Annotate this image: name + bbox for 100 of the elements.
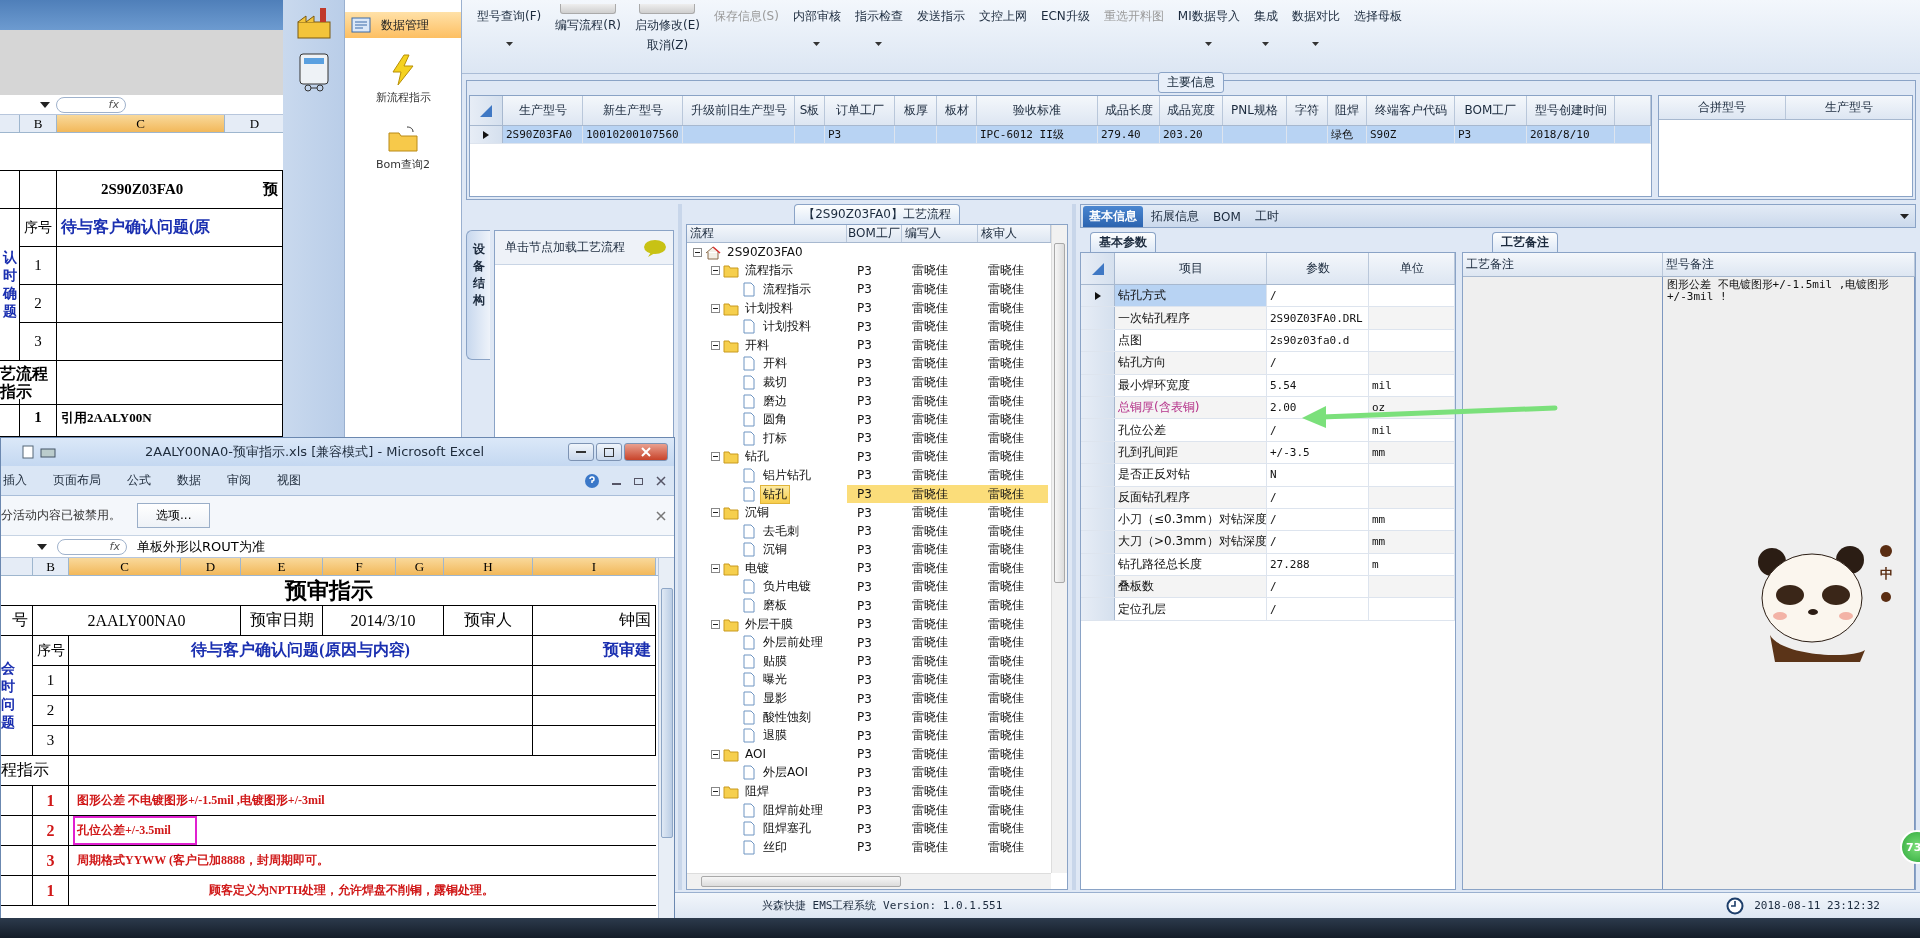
column-header[interactable]: H xyxy=(444,558,533,575)
column-header[interactable]: 板材 xyxy=(937,96,977,125)
nav-item[interactable]: 数据管理 xyxy=(345,12,461,38)
tree-item[interactable]: 曝光 xyxy=(760,670,790,690)
toolbar-button[interactable]: 内部审核 xyxy=(787,6,846,48)
column-header[interactable]: 终端客户代码 xyxy=(1367,96,1455,125)
tree-item[interactable]: 钻孔 xyxy=(742,447,772,467)
tree-item[interactable]: 打标 xyxy=(760,428,790,448)
collapse-icon[interactable] xyxy=(711,303,720,313)
table-row[interactable]: 钻孔方式 / xyxy=(1081,285,1455,308)
column-header[interactable]: G xyxy=(396,558,444,575)
column-header[interactable]: 成品长度 xyxy=(1098,96,1160,125)
close-icon[interactable] xyxy=(656,510,666,521)
column-header[interactable]: D xyxy=(181,558,241,575)
tab[interactable]: 拓展信息 xyxy=(1145,206,1205,227)
toolbar-button[interactable]: ECN升级 xyxy=(1035,6,1095,27)
tree-item[interactable]: 沉铜 xyxy=(742,503,772,523)
collapse-icon[interactable] xyxy=(711,340,720,350)
help-icon[interactable] xyxy=(584,472,600,489)
collapse-icon[interactable] xyxy=(711,749,720,759)
column-header[interactable]: 成品宽度 xyxy=(1160,96,1223,125)
collapse-icon[interactable] xyxy=(711,787,720,796)
tree-item[interactable]: 计划投料 xyxy=(760,317,814,337)
column-header[interactable]: 生产型号 xyxy=(503,96,583,125)
collapse-icon[interactable] xyxy=(693,247,702,257)
column-header[interactable]: 工艺备注 xyxy=(1463,253,1663,276)
toolbar-button[interactable]: 发送指示 xyxy=(911,6,970,27)
column-header[interactable]: PNL规格 xyxy=(1223,96,1287,125)
toolbar-button[interactable]: 选择母板 xyxy=(1348,6,1407,27)
tree-item[interactable]: 负片电镀 xyxy=(760,577,814,597)
toolbar-button[interactable]: 文控上网 xyxy=(973,6,1032,27)
tree-item[interactable]: 外层前处理 xyxy=(760,633,826,653)
toolbar-button[interactable]: 指示检查 xyxy=(849,6,908,48)
column-header[interactable]: 流程 xyxy=(687,225,847,242)
dropdown-arrow-icon[interactable] xyxy=(40,101,50,108)
table-row[interactable]: 最小焊环宽度 5.54 mil xyxy=(1081,374,1455,397)
tree-item[interactable]: 退膜 xyxy=(760,726,790,746)
toolbar-button[interactable]: MI数据导入 xyxy=(1172,6,1245,48)
column-header[interactable]: C xyxy=(69,558,181,575)
column-header[interactable]: BOM工厂 xyxy=(1455,96,1527,125)
table-row[interactable]: 定位孔层 / xyxy=(1081,598,1455,621)
ribbon-tab[interactable]: 插入 xyxy=(3,472,41,489)
ribbon-tab[interactable]: 数据 xyxy=(177,472,215,489)
toolbar-button[interactable]: 集成 xyxy=(1248,6,1283,48)
table-row[interactable]: 叠板数 / xyxy=(1081,576,1455,599)
tree-item[interactable]: 电镀 xyxy=(742,558,772,578)
ribbon-tab[interactable]: 视图 xyxy=(277,472,315,489)
column-header[interactable]: 单位 xyxy=(1369,253,1455,284)
tree-item[interactable]: 裁切 xyxy=(760,372,790,392)
tree-item[interactable]: 开料 xyxy=(742,335,772,355)
tree-item[interactable]: AOI xyxy=(742,746,769,763)
restore-icon[interactable] xyxy=(634,475,644,486)
column-header[interactable]: C xyxy=(57,115,225,132)
table-row[interactable]: 孔位公差 / mil xyxy=(1081,419,1455,442)
tab[interactable]: 工时 xyxy=(1248,206,1285,227)
tree-item[interactable]: 酸性蚀刻 xyxy=(760,707,814,727)
table-row[interactable]: 2S90Z03FA0 10010200107560 P3 IPC-6012 II级 279.40 203.20 绿色 S90Z P3 2018/8/10 xyxy=(470,126,1651,144)
dropdown-arrow-icon[interactable] xyxy=(1900,214,1909,219)
tree-item[interactable]: 铝片钻孔 xyxy=(760,465,814,485)
column-header[interactable]: 合拼型号 xyxy=(1659,96,1786,119)
side-tab[interactable]: 设备结构 xyxy=(466,230,490,360)
table-row[interactable]: 孔到孔间距 +/-3.5 mm xyxy=(1081,441,1455,465)
tree-item[interactable]: 流程指示 xyxy=(742,261,796,281)
tree-item[interactable]: 磨板 xyxy=(760,596,790,616)
options-button[interactable]: 选项... xyxy=(137,503,211,528)
table-row[interactable]: 点图 2s90z03fa0.d xyxy=(1081,329,1455,353)
tree-item[interactable]: 流程指示 xyxy=(760,280,814,299)
column-header[interactable]: 升级前旧生产型号 xyxy=(683,96,795,125)
tree-item[interactable]: 开料 xyxy=(760,354,790,374)
tree-item[interactable]: 磨边 xyxy=(760,391,790,411)
panel-tab[interactable]: 【2S90Z03FA0】工艺流程 xyxy=(794,204,960,224)
tree-item[interactable]: 阻焊前处理 xyxy=(760,800,826,820)
column-header[interactable]: 型号创建时间 xyxy=(1527,96,1615,125)
ribbon-tab[interactable]: 公式 xyxy=(127,472,165,489)
table-row[interactable]: 钻孔方向 / xyxy=(1081,352,1455,375)
nav-item[interactable]: Bom查询2 xyxy=(372,121,434,176)
scrollbar[interactable] xyxy=(687,873,1051,889)
tree-item[interactable]: 去毛刺 xyxy=(760,521,802,541)
close-icon[interactable] xyxy=(656,475,666,486)
table-row[interactable]: 反面钻孔程序 / xyxy=(1081,486,1455,509)
nav-item[interactable]: 新流程指示 xyxy=(371,50,435,109)
table-row[interactable]: 大刀（>0.3mm）对钻深度 / mm xyxy=(1081,531,1455,554)
column-header[interactable]: 型号备注 xyxy=(1663,253,1915,276)
column-header[interactable]: 新生产型号 xyxy=(583,96,683,125)
toolbar-button[interactable]: 数据对比 xyxy=(1286,6,1345,48)
column-header[interactable]: BOM工厂 xyxy=(847,225,902,242)
tree-item[interactable]: 圆角 xyxy=(760,410,790,430)
scrollbar[interactable] xyxy=(1051,225,1067,873)
tree-item[interactable]: 外层干膜 xyxy=(742,614,796,634)
table-row[interactable]: 是否正反对钻 N xyxy=(1081,464,1455,487)
tree-item[interactable]: 钻孔 xyxy=(760,484,790,504)
tree-item[interactable]: 贴膜 xyxy=(760,651,790,671)
table-row[interactable]: 小刀（≤0.3mm）对钻深度 / mm xyxy=(1081,508,1455,532)
column-header[interactable]: E xyxy=(241,558,323,575)
tab[interactable]: 基本信息 xyxy=(1083,206,1143,227)
table-row[interactable]: 一次钻孔程序 2S90Z03FA0.DRL xyxy=(1081,307,1455,330)
tree-item[interactable]: 阻焊 xyxy=(742,782,772,801)
toolbar-button[interactable]: 启动修改(E) 取消(Z) xyxy=(629,2,705,56)
collapse-icon[interactable] xyxy=(711,619,720,629)
tree-item[interactable]: 计划投料 xyxy=(742,298,796,318)
